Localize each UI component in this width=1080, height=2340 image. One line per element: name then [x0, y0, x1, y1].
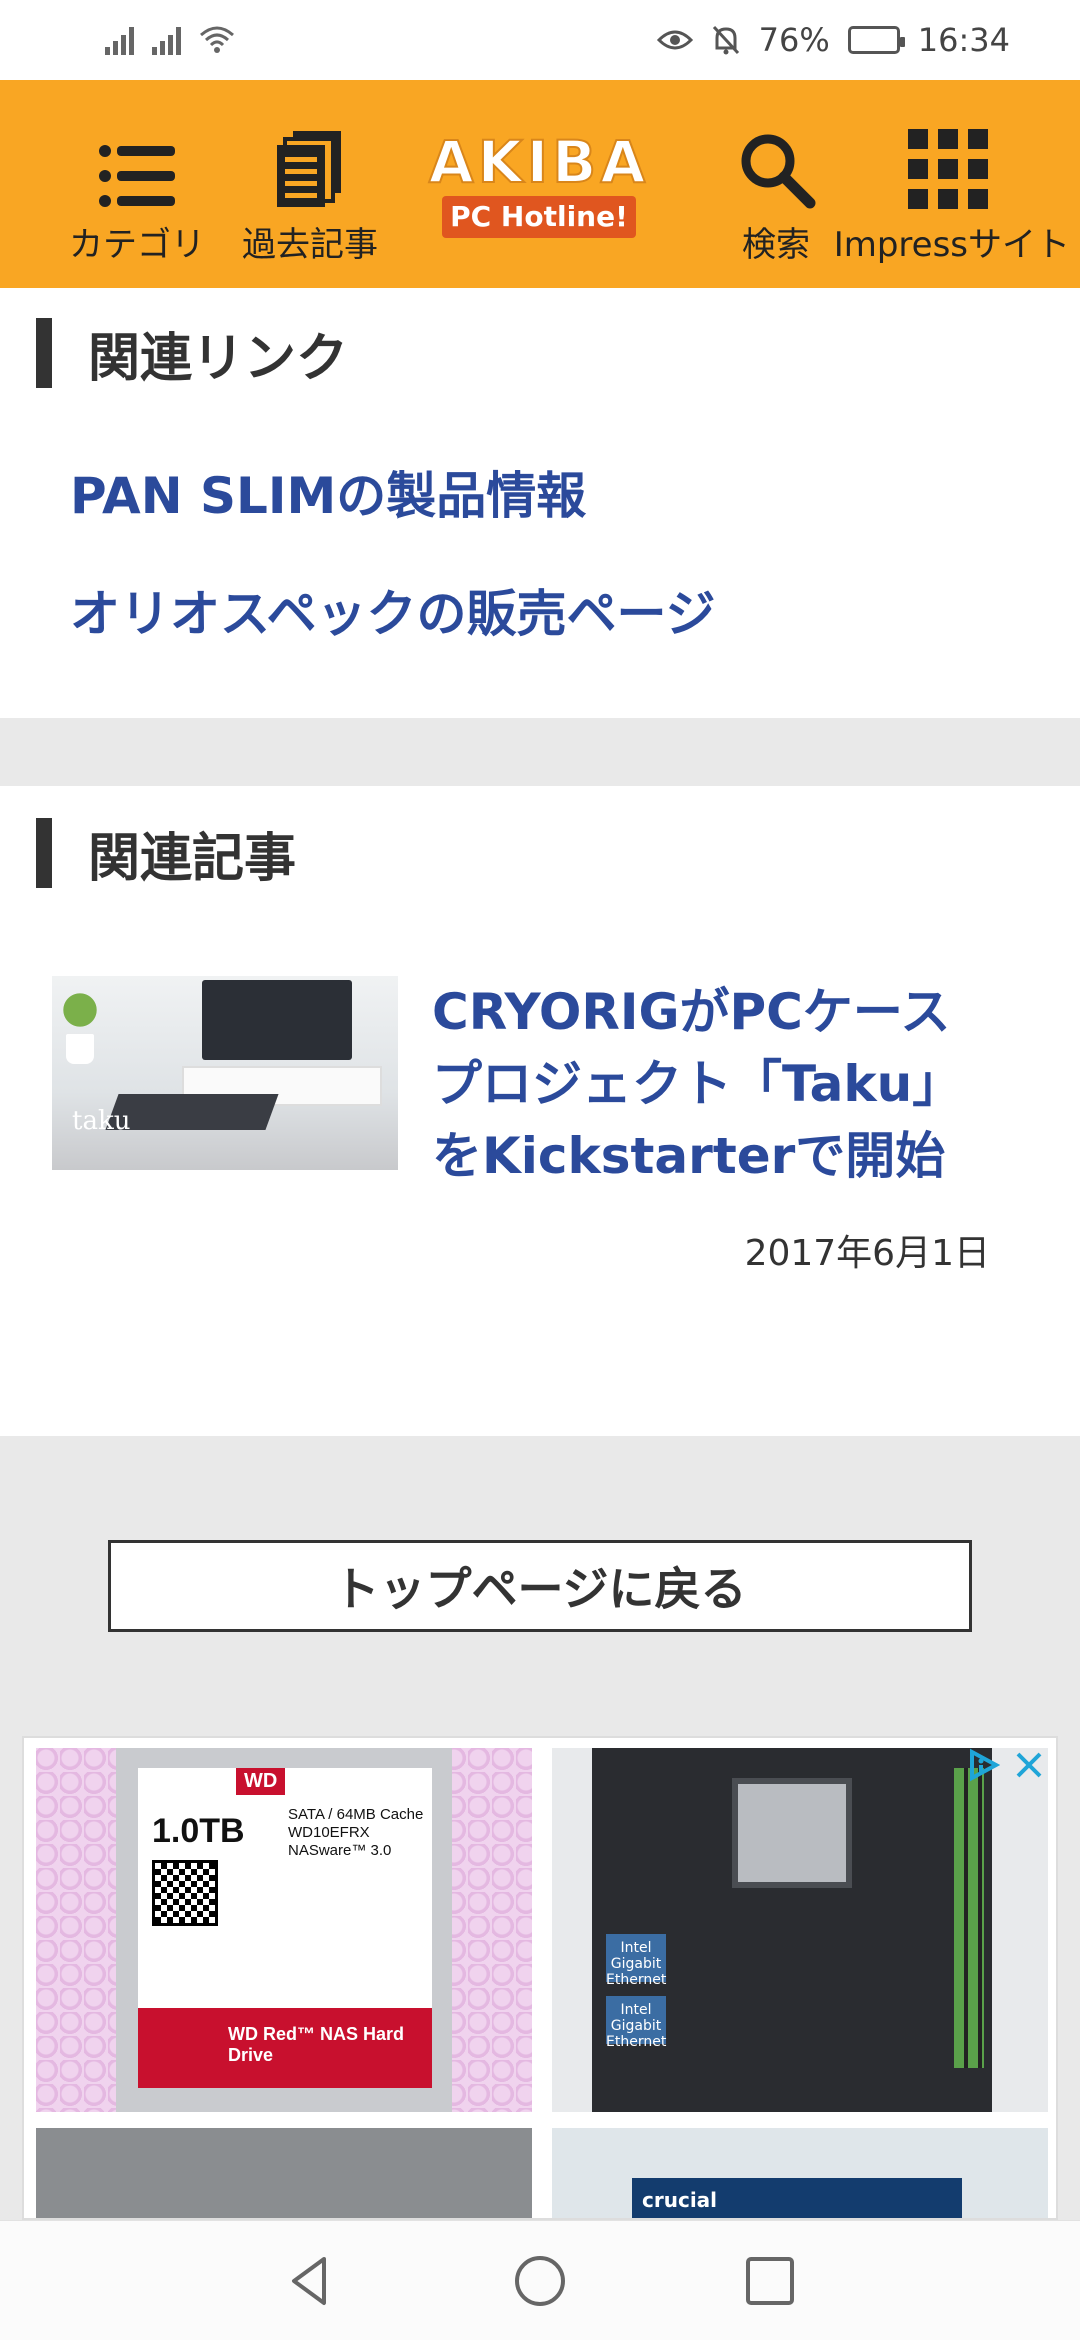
article-date: 2017年6月1日 [744, 1233, 990, 1274]
battery-percent: 76% [758, 21, 830, 59]
impress-label: Impressサイト [833, 225, 1070, 265]
archive-label: 過去記事 [242, 225, 378, 265]
signal-icon [105, 25, 134, 55]
documents-icon [277, 131, 341, 207]
archive-button[interactable]: 過去記事 [230, 80, 390, 288]
related-link-pan-slim[interactable]: PAN SLIMの製品情報 [70, 456, 586, 528]
status-bar: 76% 16:34 [0, 0, 1080, 80]
battery-icon [847, 26, 905, 54]
ad-controls [966, 1748, 1044, 1782]
search-label: 検索 [742, 225, 810, 265]
status-left [105, 25, 235, 55]
wd-logo: WD [236, 1768, 286, 1795]
related-links-heading: 関連リンク [36, 318, 349, 389]
related-link-oriospec[interactable]: オリオスペックの販売ページ [70, 574, 716, 646]
ethernet-port-1: Intel Gigabit Ethernet [606, 1934, 666, 1988]
back-to-top-button[interactable]: トップページに戻る [108, 1540, 972, 1632]
site-header: カテゴリ 過去記事 AKIBA PC Hotline! 検索 Impressサイ… [0, 80, 1080, 288]
ad-image-4[interactable]: crucial [552, 2128, 1048, 2218]
logo-bottom: PC Hotline! [442, 196, 636, 238]
pot-graphic [66, 1034, 94, 1064]
hdd-capacity: 1.0TB [152, 1812, 245, 1850]
related-articles-title: 関連記事 [88, 828, 297, 889]
navigation-bar [0, 2220, 1080, 2340]
eye-icon [656, 30, 693, 50]
home-icon[interactable] [512, 2253, 568, 2309]
heading-bar [36, 318, 52, 388]
heading-bar [36, 818, 52, 888]
article-thumbnail[interactable]: taku [52, 976, 398, 1170]
status-right: 76% 16:34 [656, 21, 1010, 59]
thumb-brand: taku [72, 1106, 131, 1136]
hdd-body: WD 1.0TB SATA / 64MB Cache WD10EFRX NASw… [116, 1748, 452, 2112]
cpu-socket [732, 1778, 852, 1888]
ad-image-3[interactable] [36, 2128, 532, 2218]
keyboard-graphic [105, 1094, 279, 1130]
menu-icon [99, 145, 175, 207]
section-divider [0, 718, 1080, 786]
ethernet-port-2: Intel Gigabit Ethernet [606, 1996, 666, 2050]
category-button[interactable]: カテゴリ [62, 80, 212, 288]
grid-icon [908, 129, 988, 209]
article-title[interactable]: CRYORIGがPCケースプロジェクト「Taku」をKickstarterで開始 [432, 976, 992, 1192]
search-icon [741, 134, 816, 209]
signal-icon-2 [152, 25, 181, 55]
wifi-icon [200, 26, 234, 53]
recents-icon[interactable] [742, 2253, 798, 2309]
impress-button[interactable]: Impressサイト [808, 80, 1070, 288]
clock: 16:34 [917, 21, 1010, 59]
hdd-spec: SATA / 64MB Cache WD10EFRX NASware™ 3.0 [288, 1806, 424, 1859]
hdd-product: WD Red™ NAS Hard Drive [138, 2008, 432, 2088]
adchoices-icon[interactable] [966, 1748, 1000, 1782]
category-label: カテゴリ [69, 225, 205, 265]
ad-banner[interactable]: WD 1.0TB SATA / 64MB Cache WD10EFRX NASw… [22, 1736, 1058, 2220]
close-icon[interactable] [1014, 1750, 1044, 1780]
memory-slots [954, 1768, 984, 2068]
hdd-label: WD 1.0TB SATA / 64MB Cache WD10EFRX NASw… [138, 1768, 432, 2088]
back-icon[interactable] [282, 2253, 338, 2309]
related-links-title: 関連リンク [88, 328, 349, 389]
qr-code [152, 1860, 218, 1926]
site-logo[interactable]: AKIBA PC Hotline! [424, 128, 654, 252]
monitor-graphic [202, 980, 352, 1060]
ad-hdd-image[interactable]: WD 1.0TB SATA / 64MB Cache WD10EFRX NASw… [36, 1748, 532, 2112]
crucial-logo: crucial [632, 2178, 962, 2218]
ad-motherboard-image[interactable]: Intel Gigabit Ethernet Intel Gigabit Eth… [552, 1748, 1048, 2112]
motherboard: Intel Gigabit Ethernet Intel Gigabit Eth… [592, 1748, 992, 2112]
logo-top: AKIBA [428, 128, 650, 196]
related-articles-heading: 関連記事 [36, 818, 297, 889]
bell-off-icon [712, 25, 739, 55]
